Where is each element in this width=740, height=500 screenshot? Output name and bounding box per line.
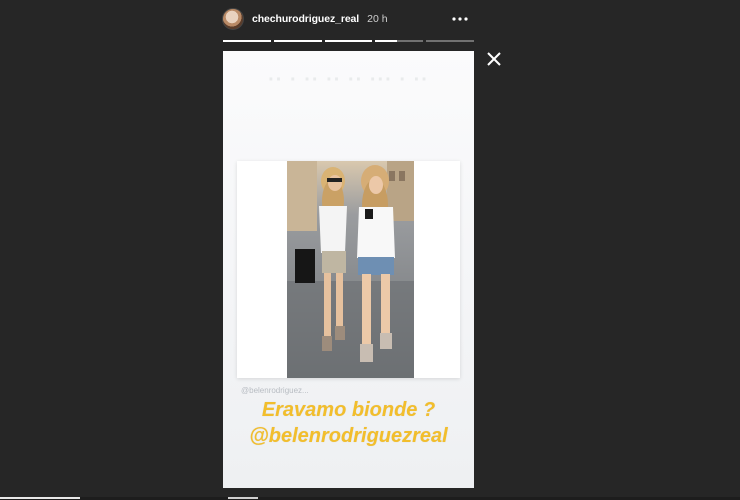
mention-link[interactable]: @belenrodriguezreal [223,425,474,448]
story-viewer: chechurodriguez_real 20 h ·· · ·· ·· ·· … [0,0,740,500]
progress-segment-3 [324,40,373,42]
progress-segment-5 [426,40,474,42]
story-progress-bar [223,40,474,42]
faded-background-text: ·· · ·· ·· ·· ··· · ·· [268,69,429,91]
small-mention-text: @belenrodriguez... [241,386,309,395]
close-button[interactable] [485,50,503,68]
progress-segment-1 [223,40,271,42]
timestamp: 20 h [367,13,388,25]
progress-segment-fill [223,40,271,42]
story-content[interactable]: ·· · ·· ·· ·· ··· · ·· @belenrodriguez..… [223,51,474,488]
progress-segment-2 [273,40,322,42]
username[interactable]: chechurodriguez_real [252,13,359,25]
story-header: chechurodriguez_real 20 h [222,6,474,32]
progress-segment-fill [375,40,397,42]
reposted-photo-card [237,161,460,378]
progress-segment-fill [273,40,322,42]
caption-text: Eravamo bionde ? [261,399,436,421]
more-options-button[interactable] [451,10,469,28]
progress-segment-fill [324,40,373,42]
more-horizontal-icon [452,17,468,21]
progress-segment-4 [375,40,424,42]
photo-two-women-walking [287,161,414,378]
bottom-indicator-2 [228,497,258,499]
avatar[interactable] [222,8,244,30]
bottom-indicator [0,497,80,499]
close-icon [487,52,501,66]
